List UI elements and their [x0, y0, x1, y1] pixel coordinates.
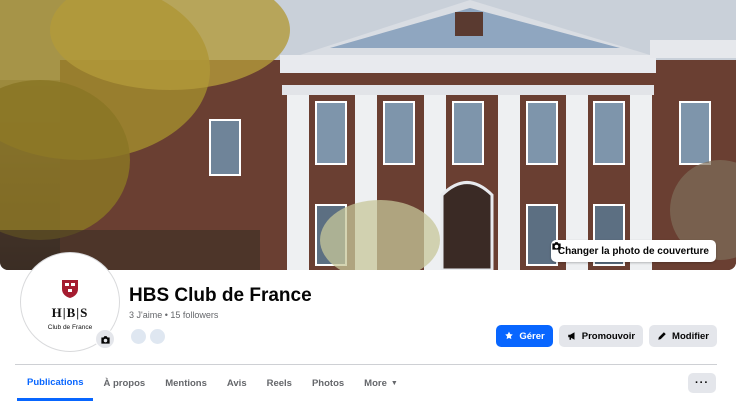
tab-label: More: [364, 377, 387, 389]
tab-label: À propos: [103, 377, 146, 389]
tab-about[interactable]: À propos: [93, 366, 155, 400]
page-stats[interactable]: 3 J'aime • 15 followers: [129, 310, 218, 320]
manage-button[interactable]: Gérer: [496, 325, 553, 347]
follower-avatar[interactable]: [130, 328, 147, 345]
manage-icon: [505, 331, 514, 340]
camera-icon: [100, 335, 110, 344]
pencil-icon: [658, 332, 666, 340]
tab-label: Avis: [226, 377, 247, 389]
page-actions: Gérer Promouvoir Modifier: [496, 325, 717, 347]
harvard-shield-icon: [62, 280, 78, 298]
page-title: HBS Club de France: [129, 285, 312, 306]
manage-button-label: Gérer: [519, 330, 545, 342]
facebook-page-header: Changer la photo de couverture H|B|S Clu…: [0, 0, 742, 404]
avatar-monogram: H|B|S: [51, 305, 89, 320]
tab-label: Mentions: [165, 377, 207, 389]
megaphone-icon: [567, 332, 575, 340]
camera-icon: [552, 242, 561, 250]
tab-label: Publications: [27, 376, 84, 388]
change-cover-photo-button[interactable]: Changer la photo de couverture: [550, 240, 716, 262]
tab-label: Photos: [311, 377, 345, 389]
change-cover-photo-label: Changer la photo de couverture: [557, 245, 709, 257]
tab-photos[interactable]: Photos: [302, 366, 354, 400]
promote-button[interactable]: Promouvoir: [558, 325, 644, 347]
cover-photo[interactable]: Changer la photo de couverture: [0, 0, 736, 270]
tab-reviews[interactable]: Avis: [217, 366, 257, 400]
tab-publications[interactable]: Publications: [17, 366, 94, 401]
page-tabs: Publications À propos Mentions Avis Reel…: [17, 366, 408, 402]
update-avatar-button[interactable]: [95, 329, 115, 349]
header-divider: [15, 364, 717, 365]
tab-reels[interactable]: Reels: [257, 366, 302, 400]
tab-mentions[interactable]: Mentions: [155, 366, 217, 400]
edit-button-label: Modifier: [672, 330, 709, 342]
avatar-caption: Club de France: [47, 324, 93, 331]
tab-more[interactable]: More ▼: [354, 366, 408, 400]
edit-button[interactable]: Modifier: [649, 325, 717, 347]
follower-avatar[interactable]: [149, 328, 166, 345]
follower-avatars[interactable]: [130, 328, 166, 345]
cover-building-illustration: [0, 0, 736, 270]
more-options-button[interactable]: ···: [688, 373, 716, 393]
caret-down-icon: ▼: [390, 379, 398, 387]
promote-button-label: Promouvoir: [581, 330, 636, 342]
tab-label: Reels: [266, 377, 292, 389]
